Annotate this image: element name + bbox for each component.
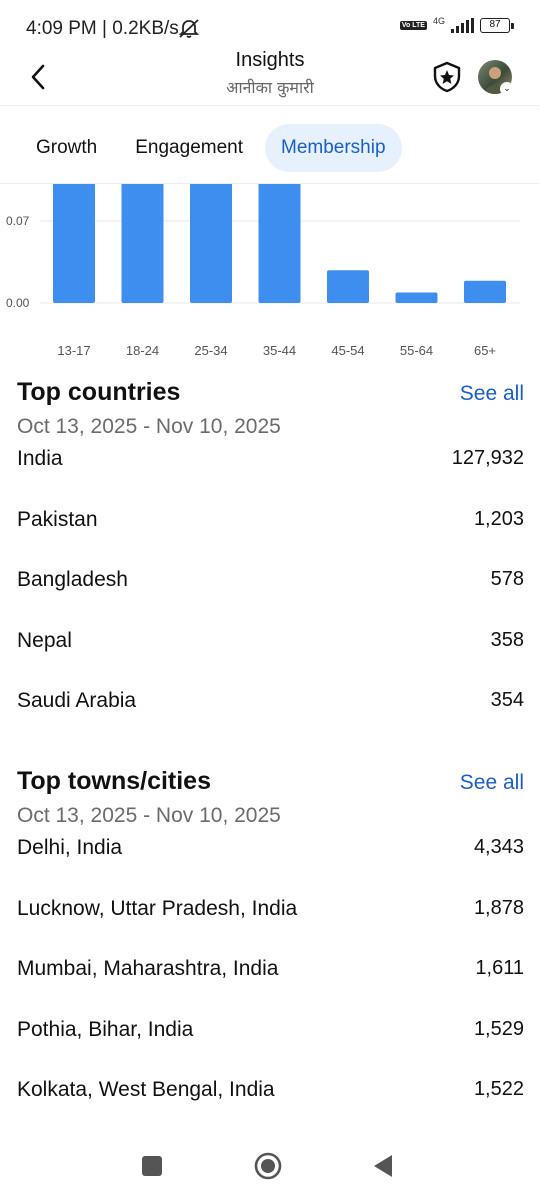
- city-name: Delhi, India: [17, 836, 123, 859]
- list-item: Pothia, Bihar, India 1,529: [17, 1018, 524, 1079]
- back-arrow-icon[interactable]: [22, 60, 56, 94]
- country-name: Pakistan: [17, 507, 98, 531]
- top-cities-section: Top towns/cities See all Oct 13, 2025 - …: [17, 767, 524, 1139]
- country-name: Saudi Arabia: [17, 689, 137, 712]
- bar: [464, 280, 506, 303]
- volte-icon: Vo LTE: [399, 21, 427, 30]
- city-name: Lucknow, Uttar Pradesh, India: [17, 896, 298, 920]
- age-range-bar-chart: 0.07 0.00 13-17 18-24 25-34 35-44 45-54 55-64 65…: [6, 184, 520, 358]
- country-name: Nepal: [17, 628, 72, 652]
- y-tick-label: 0.00: [6, 296, 30, 310]
- x-tick-label: 13-17: [57, 343, 90, 358]
- status-time: 4:09 PM | 0.2KB/s: [26, 18, 179, 39]
- title-block: Insights आनीका कुमारी: [120, 48, 420, 98]
- shield-star-icon[interactable]: [430, 60, 464, 94]
- back-triangle-icon[interactable]: [372, 1154, 394, 1178]
- list-item: Bangladesh 578: [17, 568, 524, 629]
- city-value: 4,343: [473, 836, 524, 858]
- tab-membership[interactable]: Membership: [265, 124, 402, 172]
- list-item: Pakistan 1,203: [17, 508, 524, 569]
- x-tick-label: 55-64: [400, 343, 433, 358]
- mute-bell-icon: [178, 19, 200, 38]
- see-all-cities-link[interactable]: See all: [460, 771, 524, 795]
- country-value: 354: [490, 689, 524, 711]
- page-title: Insights: [235, 49, 305, 71]
- tab-engagement[interactable]: Engagement: [119, 124, 259, 172]
- bar: [121, 184, 164, 303]
- city-value: 1,878: [473, 896, 524, 919]
- app-header: Insights आनीका कुमारी ⌄: [0, 48, 540, 106]
- country-value: 127,932: [451, 447, 524, 469]
- city-value: 1,611: [475, 957, 524, 979]
- y-tick-label: 0.07: [6, 214, 30, 228]
- insights-tabs: Growth Engagement Membership: [20, 124, 402, 172]
- cities-list: Delhi, India 4,343 Lucknow, Uttar Pradesh…: [17, 836, 524, 1139]
- signal-icon: [451, 17, 474, 33]
- top-cities-title: Top towns/cities: [17, 767, 211, 795]
- list-item: India 127,932: [17, 447, 524, 508]
- country-value: 1,203: [473, 507, 524, 530]
- city-value: 1,529: [473, 1017, 524, 1040]
- list-item: Kolkata, West Bengal, India 1,522: [17, 1078, 524, 1139]
- tab-growth[interactable]: Growth: [20, 124, 113, 172]
- see-all-countries-link[interactable]: See all: [460, 382, 524, 406]
- battery-level: 87: [489, 19, 501, 30]
- country-value: 578: [490, 568, 524, 590]
- list-item: Nepal 358: [17, 629, 524, 690]
- x-tick-label: 65+: [474, 343, 496, 358]
- bar: [327, 270, 369, 303]
- status-icons: Vo LTE 4G 87: [399, 15, 514, 33]
- system-nav-bar: [0, 1140, 540, 1200]
- city-name: Kolkata, West Bengal, India: [17, 1078, 275, 1101]
- chevron-down-icon[interactable]: ⌄: [500, 82, 514, 96]
- account-name: आनीका कुमारी: [226, 78, 314, 97]
- x-tick-label: 18-24: [126, 343, 159, 358]
- country-value: 358: [490, 628, 524, 651]
- countries-date-range: Oct 13, 2025 - Nov 10, 2025: [17, 415, 281, 438]
- bar: [53, 184, 95, 303]
- bar: [258, 184, 301, 303]
- city-value: 1,522: [473, 1078, 524, 1100]
- top-countries-section: Top countries See all Oct 13, 2025 - Nov…: [17, 378, 524, 750]
- battery-icon: 87: [480, 18, 514, 33]
- countries-list: India 127,932 Pakistan 1,203 Bangladesh 578…: [17, 447, 524, 750]
- recents-square-icon[interactable]: [141, 1155, 163, 1177]
- bar: [190, 184, 232, 303]
- home-circle-icon[interactable]: [254, 1152, 282, 1180]
- list-item: Lucknow, Uttar Pradesh, India 1,878: [17, 897, 524, 958]
- country-name: Bangladesh: [17, 568, 128, 591]
- network-type: 4G: [432, 15, 445, 26]
- x-tick-label: 25-34: [194, 343, 227, 358]
- city-name: Pothia, Bihar, India: [17, 1017, 194, 1041]
- city-name: Mumbai, Maharashtra, India: [17, 957, 279, 980]
- country-name: India: [17, 447, 63, 470]
- x-tick-label: 45-54: [331, 343, 364, 358]
- list-item: Mumbai, Maharashtra, India 1,611: [17, 957, 524, 1018]
- bar: [395, 292, 438, 303]
- list-item: Delhi, India 4,343: [17, 836, 524, 897]
- cities-date-range: Oct 13, 2025 - Nov 10, 2025: [17, 804, 281, 827]
- x-tick-label: 35-44: [263, 343, 296, 358]
- top-countries-title: Top countries: [17, 378, 181, 406]
- list-item: Saudi Arabia 354: [17, 689, 524, 750]
